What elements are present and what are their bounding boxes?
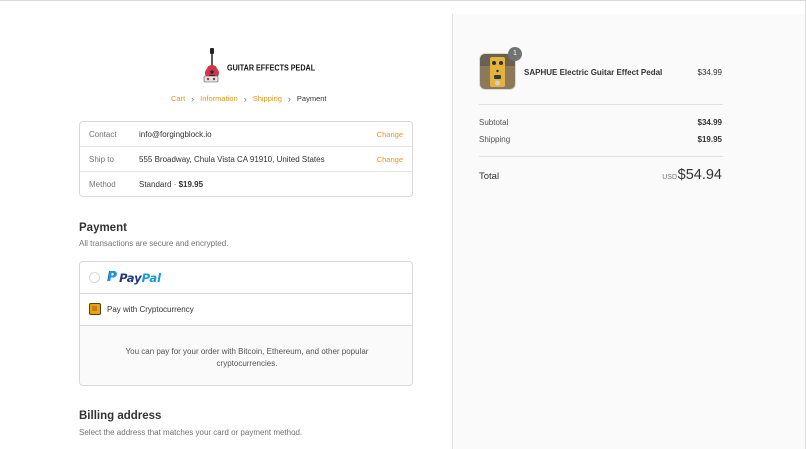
- ship-to-label: Ship to: [89, 155, 114, 164]
- method-value: Standard · $19.95: [139, 180, 203, 189]
- billing-subtitle: Select the address that matches your car…: [79, 428, 303, 437]
- subtotal-label: Subtotal: [479, 118, 509, 127]
- method-price: $19.95: [178, 180, 204, 189]
- summary-divider: [479, 104, 723, 105]
- chevron-right-icon: ›: [287, 93, 291, 104]
- chevron-right-icon: ›: [191, 93, 195, 104]
- subtotal-value: $34.99: [697, 118, 722, 127]
- payment-subtitle: All transactions are secure and encrypte…: [79, 239, 229, 248]
- guitar-icon: [203, 48, 219, 83]
- crypto-label: Pay with Cryptocurrency: [107, 305, 194, 314]
- paypal-radio[interactable]: [89, 272, 100, 283]
- breadcrumb-payment: Payment: [296, 94, 327, 103]
- change-contact-link[interactable]: Change: [377, 130, 403, 139]
- total-label: Total: [479, 171, 500, 182]
- payment-methods: PP Pay Pal Pay with Cryptocurrency You ca…: [79, 261, 413, 386]
- payment-title: Payment: [79, 222, 127, 234]
- shipping-label: Shipping: [479, 135, 511, 144]
- checkout-main: GUITAR EFFECTS PEDAL Cart › Information …: [0, 1, 452, 449]
- crypto-checkbox[interactable]: [89, 303, 101, 315]
- review-block: Contact info@forgingblock.io Change Ship…: [79, 121, 413, 197]
- breadcrumb-cart[interactable]: Cart: [171, 94, 185, 103]
- paypal-logo-pal: Pal: [141, 270, 162, 285]
- total-value: $54.94: [677, 167, 722, 183]
- paypal-p2-icon: P: [107, 270, 118, 285]
- contact-value: info@forgingblock.io: [139, 130, 212, 139]
- quantity-badge: 1: [508, 47, 522, 61]
- breadcrumb-information[interactable]: Information: [200, 94, 238, 103]
- method-label: Method: [89, 180, 116, 189]
- payment-option-crypto[interactable]: Pay with Cryptocurrency: [80, 294, 412, 326]
- method-name: Standard ·: [139, 180, 179, 189]
- logo-text: GUITAR EFFECTS PEDAL: [227, 62, 316, 73]
- paypal-logo: PP Pay Pal: [107, 270, 161, 285]
- contact-label: Contact: [89, 130, 117, 139]
- shipping-value: $19.95: [697, 135, 722, 144]
- product-name: SAPHUE Electric Guitar Effect Pedal: [524, 68, 663, 77]
- summary-divider: [479, 156, 723, 157]
- chevron-right-icon: ›: [243, 93, 247, 104]
- breadcrumb-shipping[interactable]: Shipping: [253, 94, 282, 103]
- store-logo[interactable]: GUITAR EFFECTS PEDAL: [203, 47, 315, 85]
- payment-option-paypal[interactable]: PP Pay Pal: [80, 262, 412, 294]
- review-row-ship-to: Ship to 555 Broadway, Chula Vista CA 919…: [80, 147, 412, 172]
- crypto-info-panel: You can pay for your order with Bitcoin,…: [80, 326, 412, 385]
- ship-to-value: 555 Broadway, Chula Vista CA 91910, Unit…: [139, 155, 325, 164]
- review-row-method: Method Standard · $19.95: [80, 172, 412, 197]
- product-price: $34.99: [697, 68, 722, 77]
- order-summary: 1 SAPHUE Electric Guitar Effect Pedal $3…: [452, 14, 806, 449]
- review-row-contact: Contact info@forgingblock.io Change: [80, 122, 412, 147]
- total-currency: USD: [662, 174, 677, 181]
- paypal-logo-pay: Pay: [119, 270, 142, 285]
- billing-title: Billing address: [79, 410, 162, 422]
- change-ship-to-link[interactable]: Change: [377, 155, 403, 164]
- breadcrumb: Cart › Information › Shipping › Payment: [171, 94, 327, 103]
- crypto-description: You can pay for your order with Bitcoin,…: [125, 347, 369, 368]
